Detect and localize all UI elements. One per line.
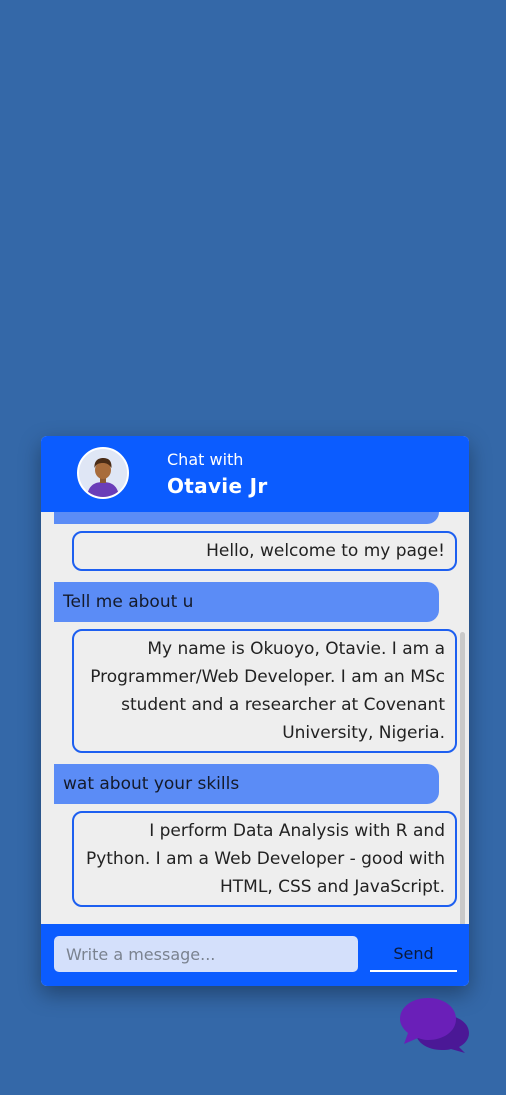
user-avatar-icon: [79, 449, 127, 497]
chat-window: Chat with Otavie Jr Hello, welcome to my…: [41, 436, 469, 986]
chat-toggle-button[interactable]: [398, 995, 472, 1055]
chat-subtitle: Chat with: [167, 450, 244, 469]
avatar: [77, 447, 129, 499]
composer-bar: Send: [41, 924, 469, 986]
chat-title: Otavie Jr: [167, 474, 268, 498]
send-button[interactable]: Send: [370, 936, 457, 972]
user-message: Tell me about u: [54, 582, 439, 622]
user-message: wat about your skills: [54, 764, 439, 804]
message-input[interactable]: [54, 936, 358, 972]
chat-header: Chat with Otavie Jr: [41, 436, 469, 512]
message-list[interactable]: Hello, welcome to my page! Tell me about…: [41, 512, 469, 924]
bot-message: My name is Okuoyo, Otavie. I am a Progra…: [72, 629, 457, 753]
message-scrollbar[interactable]: [460, 632, 465, 924]
bot-message: I perform Data Analysis with R and Pytho…: [72, 811, 457, 907]
chat-bubbles-icon: [400, 998, 469, 1053]
user-message: [54, 512, 439, 524]
bot-message: Hello, welcome to my page!: [72, 531, 457, 571]
